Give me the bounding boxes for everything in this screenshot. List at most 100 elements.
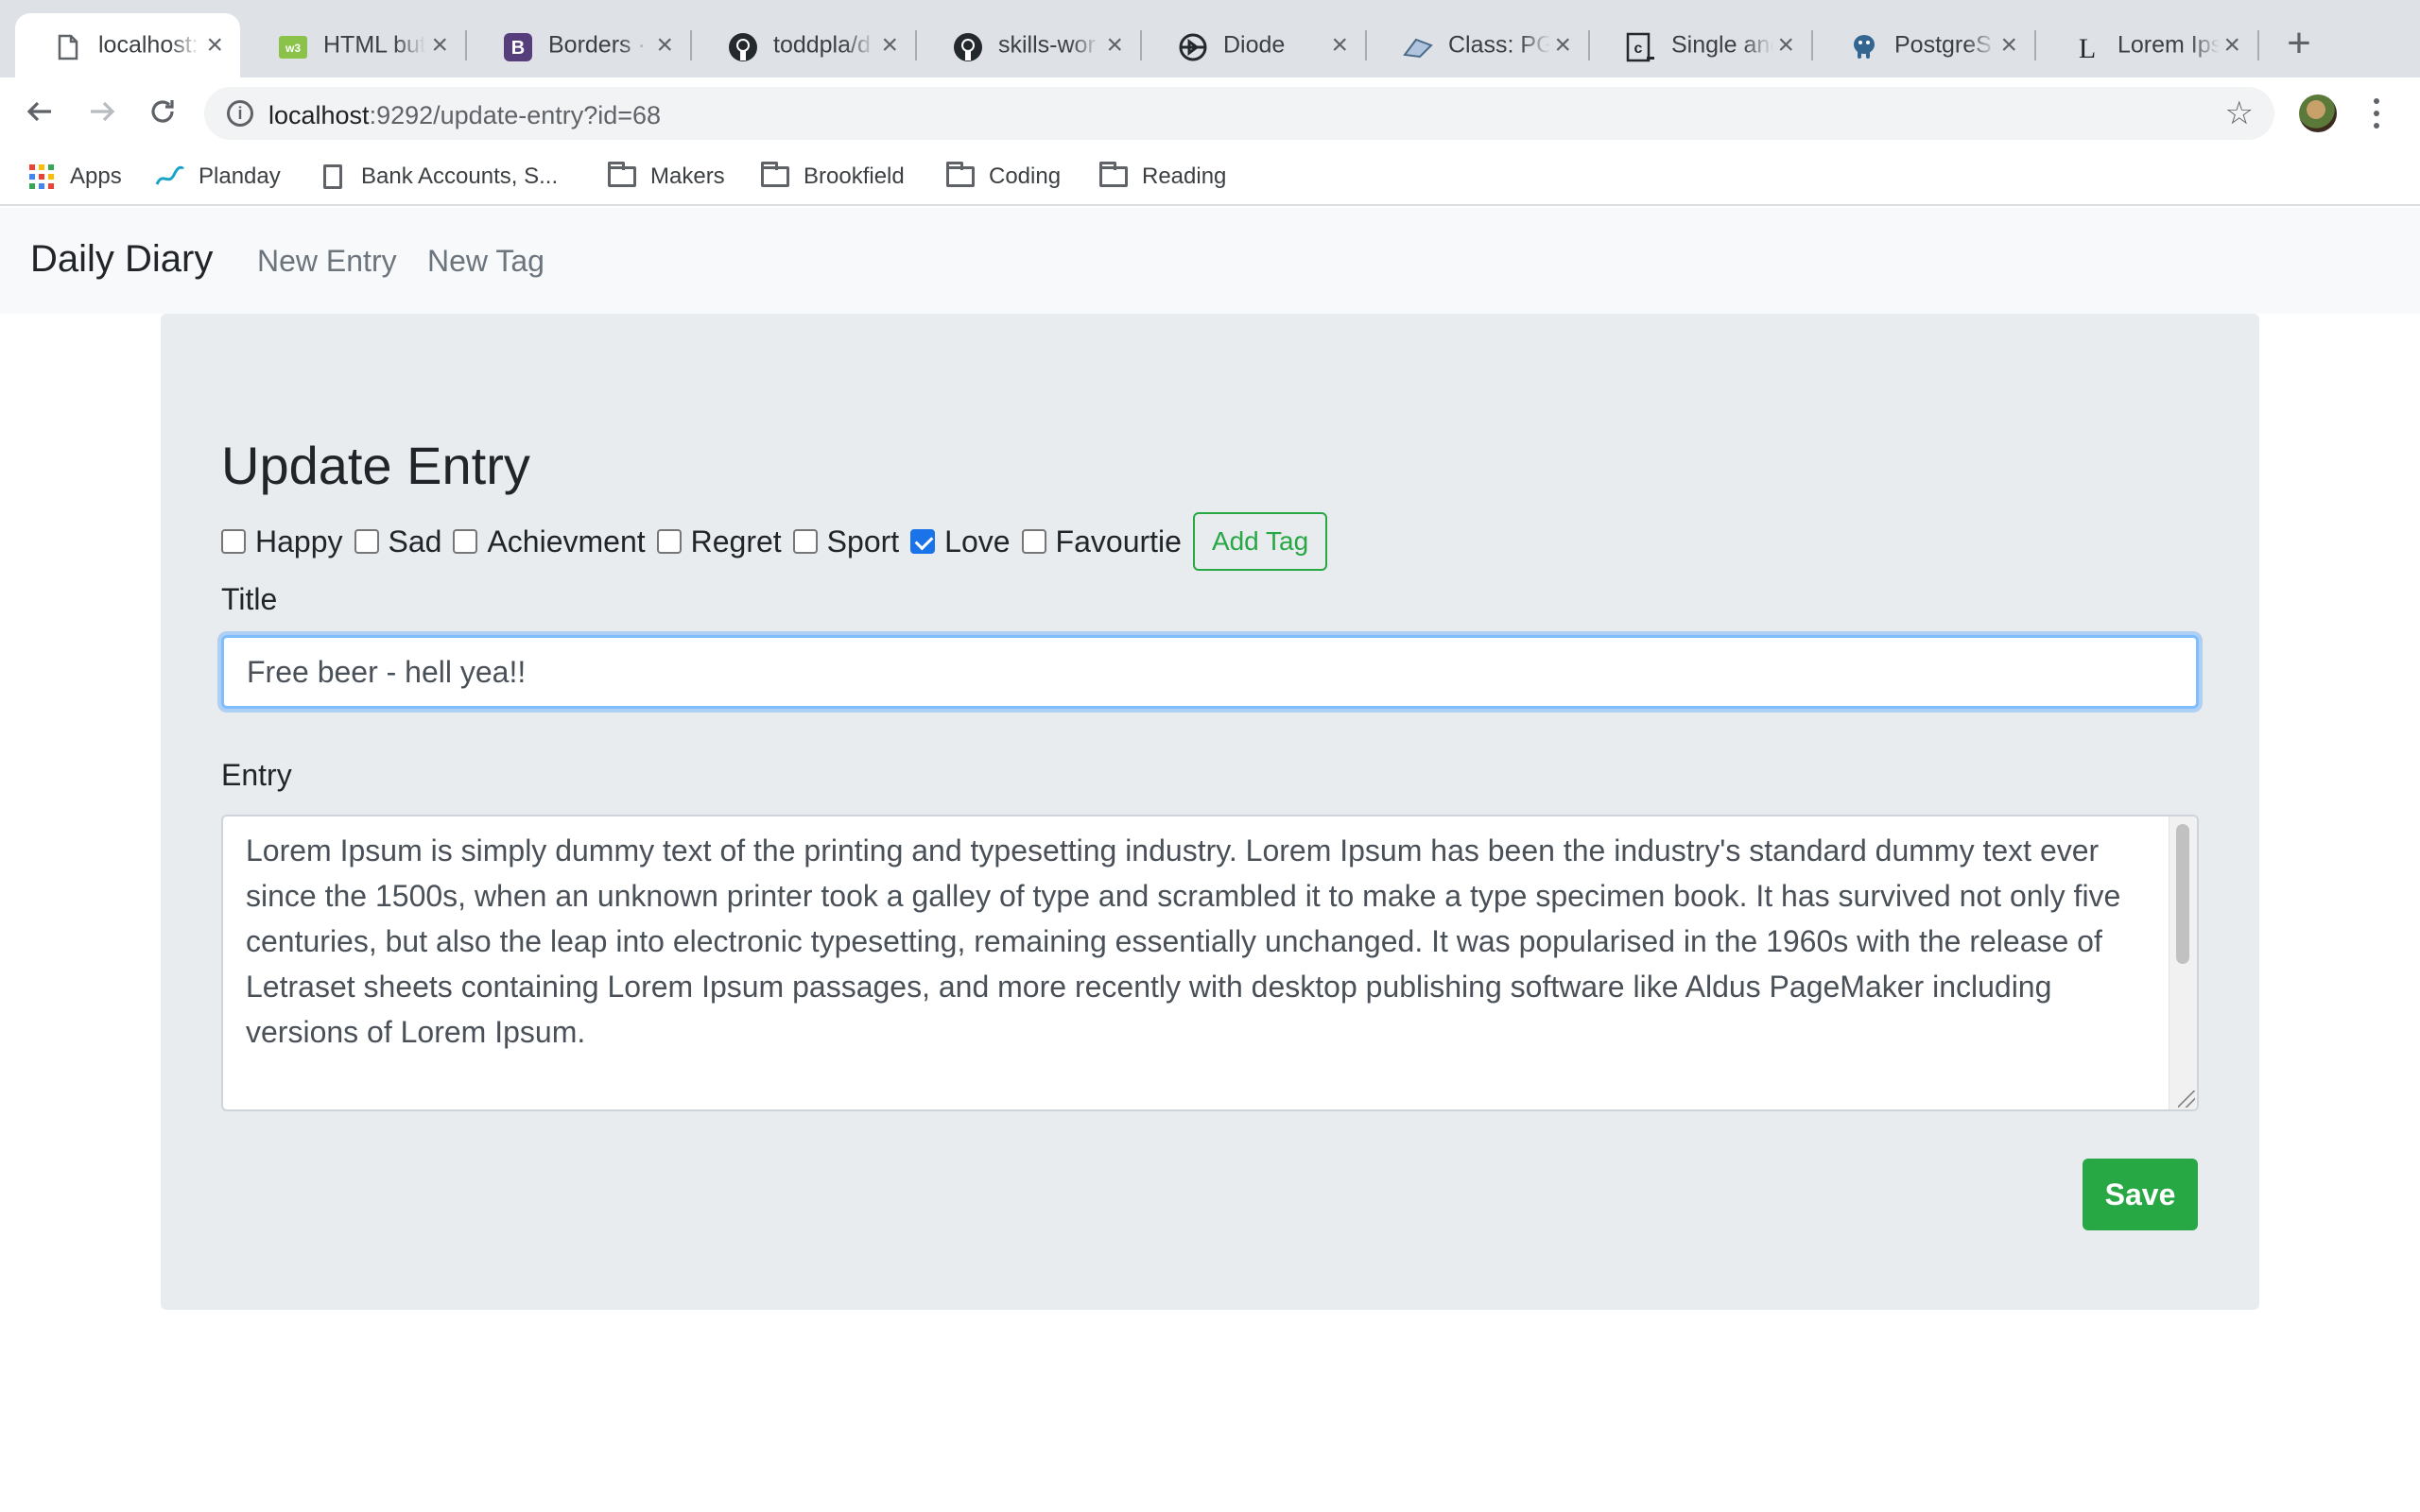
svg-text:B: B <box>511 38 525 59</box>
github-icon <box>728 32 758 62</box>
checkbox[interactable] <box>1021 529 1046 554</box>
tab-separator <box>2257 30 2259 60</box>
tab-single-and[interactable]: c Single and × <box>1588 13 1811 77</box>
bookmark-star-icon[interactable]: ☆ <box>2225 94 2254 132</box>
close-icon[interactable]: × <box>881 31 898 60</box>
tag-label: Achievment <box>487 524 646 558</box>
add-tag-button[interactable]: Add Tag <box>1192 512 1328 571</box>
checkbox-checked[interactable] <box>910 529 936 554</box>
reload-button[interactable] <box>146 96 180 130</box>
back-button[interactable] <box>23 96 57 130</box>
tag-checkbox-row: Happy Sad Achievment Regret Sport Love F… <box>221 512 1328 571</box>
tab-diode[interactable]: Diode × <box>1140 13 1365 77</box>
bookmark-bank-accounts[interactable]: Bank Accounts, S... <box>318 159 558 195</box>
profile-avatar[interactable] <box>2299 94 2337 132</box>
browser-menu-button[interactable] <box>2367 93 2386 134</box>
tab-lorem-ipsum[interactable]: L Lorem Ips × <box>2034 13 2257 77</box>
svg-text:w3: w3 <box>285 42 301 55</box>
bookmark-label: Reading <box>1142 163 1227 189</box>
tab-title: skills-wor <box>998 31 1096 59</box>
tag-checkbox-sport[interactable]: Sport <box>792 524 900 559</box>
bookmark-label: Planday <box>199 163 281 189</box>
nav-link-new-tag[interactable]: New Tag <box>427 244 544 279</box>
tag-checkbox-regret[interactable]: Regret <box>656 524 782 559</box>
tag-label: Sad <box>388 524 442 558</box>
save-button[interactable]: Save <box>2083 1159 2198 1230</box>
close-icon[interactable]: × <box>2000 31 2017 60</box>
nav-link-new-entry[interactable]: New Entry <box>257 244 397 279</box>
checkbox[interactable] <box>656 529 682 554</box>
tag-checkbox-happy[interactable]: Happy <box>221 524 343 559</box>
close-icon[interactable]: × <box>431 31 448 60</box>
title-input[interactable] <box>221 635 2199 709</box>
tab-title: HTML but <box>323 31 425 59</box>
entry-text[interactable]: Lorem Ipsum is simply dummy text of the … <box>246 828 2155 1055</box>
svg-text:c: c <box>1634 41 1643 57</box>
new-tab-button[interactable]: + <box>2278 23 2320 66</box>
tab-skills-wor[interactable]: skills-wor × <box>915 13 1140 77</box>
checkbox[interactable] <box>221 529 246 554</box>
diode-icon <box>1178 32 1208 62</box>
close-icon[interactable]: × <box>1331 31 1348 60</box>
entry-scrollbar[interactable] <box>2169 816 2197 1109</box>
app-navbar: Daily Diary New Entry New Tag <box>0 208 2420 314</box>
checkbox[interactable] <box>354 529 379 554</box>
entry-textarea[interactable]: Lorem Ipsum is simply dummy text of the … <box>221 815 2199 1111</box>
url-text[interactable]: localhost:9292/update-entry?id=68 <box>268 101 661 130</box>
checkbox[interactable] <box>792 529 818 554</box>
entry-label: Entry <box>221 758 292 792</box>
bookmark-reading[interactable]: Reading <box>1098 159 1226 195</box>
tab-toddpla[interactable]: toddpla/d × <box>690 13 915 77</box>
tag-checkbox-favourtie[interactable]: Favourtie <box>1021 524 1182 559</box>
bookmark-planday[interactable]: Planday <box>155 159 281 195</box>
tab-borders[interactable]: B Borders · × <box>465 13 690 77</box>
resize-handle-icon[interactable] <box>2178 1091 2195 1108</box>
scroll-thumb[interactable] <box>2176 824 2189 964</box>
close-icon[interactable]: × <box>656 31 673 60</box>
bookmark-coding[interactable]: Coding <box>945 159 1061 195</box>
w3schools-icon: w3 <box>278 32 308 62</box>
close-icon[interactable]: × <box>1106 31 1123 60</box>
bookmark-label: Apps <box>70 163 122 189</box>
tag-checkbox-love[interactable]: Love <box>910 524 1011 559</box>
tag-label: Favourtie <box>1055 524 1182 558</box>
bookmark-label: Makers <box>650 163 725 189</box>
url-host: localhost <box>268 101 370 129</box>
close-icon[interactable]: × <box>206 31 223 60</box>
update-entry-card: Update Entry Happy Sad Achievment Regret… <box>161 314 2259 1310</box>
forward-button[interactable] <box>85 96 119 130</box>
bookmark-makers[interactable]: Makers <box>607 159 725 195</box>
close-icon[interactable]: × <box>2223 31 2240 60</box>
tab-localhost[interactable]: localhost: × <box>15 13 240 77</box>
bookmark-label: Coding <box>989 163 1062 189</box>
tab-html-but[interactable]: w3 HTML but × <box>240 13 465 77</box>
tag-checkbox-sad[interactable]: Sad <box>354 524 442 559</box>
tab-title: Single and <box>1671 31 1773 59</box>
tag-checkbox-achievment[interactable]: Achievment <box>453 524 646 559</box>
bookmark-brookfield[interactable]: Brookfield <box>760 159 905 195</box>
page-icon <box>53 32 83 62</box>
address-bar[interactable]: i localhost:9292/update-entry?id=68 ☆ <box>204 87 2274 140</box>
tag-label: Sport <box>826 524 900 558</box>
reload-icon <box>151 100 174 123</box>
close-icon[interactable]: × <box>1554 31 1571 60</box>
title-label: Title <box>221 582 278 616</box>
bookmark-label: Brookfield <box>804 163 905 189</box>
tab-title: Borders · <box>548 31 646 59</box>
checkbox[interactable] <box>453 529 478 554</box>
close-icon[interactable]: × <box>1777 31 1794 60</box>
info-icon[interactable]: i <box>227 100 253 127</box>
tab-postgres[interactable]: PostgreS × <box>1811 13 2034 77</box>
tab-title: Lorem Ips <box>2118 31 2220 59</box>
bookmark-apps[interactable]: Apps <box>26 159 122 195</box>
browser-toolbar: i localhost:9292/update-entry?id=68 ☆ <box>0 77 2420 147</box>
tab-title: Diode <box>1223 31 1286 59</box>
tag-label: Happy <box>255 524 343 558</box>
bookmark-label: Bank Accounts, S... <box>361 163 559 189</box>
tab-class-pg[interactable]: Class: PG × <box>1365 13 1588 77</box>
c-icon: c <box>1626 32 1656 62</box>
tab-title: PostgreS <box>1894 31 1992 59</box>
navbar-brand[interactable]: Daily Diary <box>30 238 213 281</box>
tab-title: localhost: <box>98 31 199 59</box>
back-arrow-icon <box>26 101 51 122</box>
